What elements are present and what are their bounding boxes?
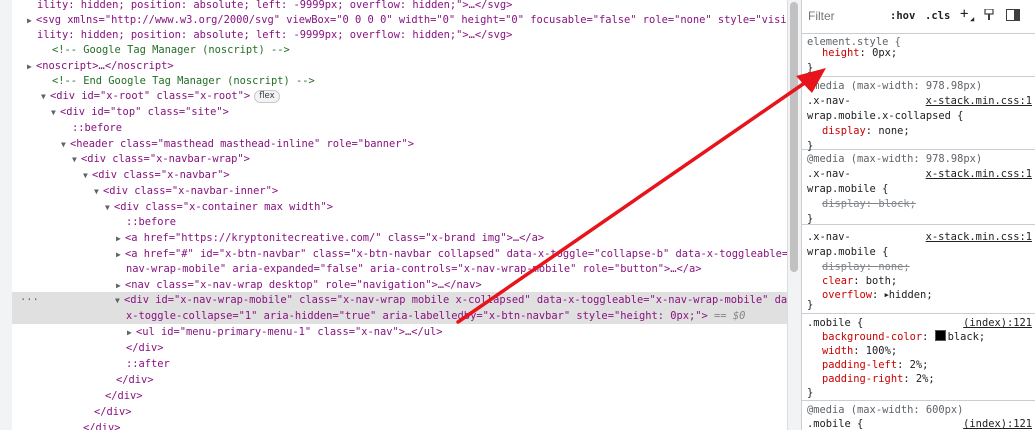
dom-pseudo-before[interactable]: ::before [126, 214, 787, 230]
media-query: @media (max-width: 978.98px) [807, 153, 983, 165]
rule-selector: .x-nav- [807, 95, 851, 107]
collapse-triangle-icon[interactable]: ▼ [41, 89, 50, 105]
rule-selector: wrap.mobile { [807, 183, 889, 195]
collapse-triangle-icon[interactable]: ▼ [94, 184, 103, 200]
collapse-triangle-icon[interactable]: ▼ [105, 200, 114, 216]
source-link[interactable]: x-stack.min.css:1 [926, 93, 1032, 109]
new-rule-button[interactable]: + [960, 6, 968, 22]
expand-triangle-icon[interactable]: ▶ [127, 325, 136, 341]
elements-scrollbar[interactable] [787, 0, 801, 430]
selected-marker: == $0 [714, 310, 746, 322]
styles-pane[interactable]: :hov .cls + ◢ element.style { height: 0p… [801, 0, 1035, 430]
rule-element-style[interactable]: element.style { height: 0px; } [802, 34, 1035, 77]
dom-line-nav-wrap-mobile[interactable]: ▼ <div id="x-nav-wrap-mobile" class="x-na… [115, 292, 787, 308]
rule-close: } [807, 299, 814, 311]
dom-line[interactable]: nav-wrap-mobile" aria-expanded="false" a… [126, 261, 787, 277]
rule-x-nav-wrap-mobile-media[interactable]: @media (max-width: 978.98px) .x-nav- x-s… [802, 150, 1035, 225]
media-query: @media (max-width: 978.98px) [807, 80, 983, 92]
prop-display[interactable]: display: none; [822, 123, 910, 139]
source-link[interactable]: x-stack.min.css:1 [926, 229, 1032, 245]
sidebar-icon[interactable] [1006, 9, 1020, 21]
collapse-triangle-icon[interactable]: ▼ [61, 137, 70, 153]
dom-close-div[interactable]: </div> [116, 372, 787, 388]
rule-selector: .mobile { [807, 418, 864, 430]
prop-padding-right[interactable]: padding-right: 2%; [822, 371, 935, 387]
dom-line-header[interactable]: ▼ <header class="masthead masthead-inline… [61, 136, 787, 152]
rule-selector: wrap.mobile.x-collapsed { [807, 110, 964, 122]
source-link[interactable]: (index):121 [963, 416, 1032, 430]
dom-close-div[interactable]: </div> [94, 404, 787, 420]
expand-triangle-icon[interactable]: ▶ [27, 13, 36, 29]
styles-toolbar: :hov .cls + ◢ [802, 0, 1035, 34]
new-rule-arrow-icon[interactable]: ◢ [970, 15, 974, 23]
rule-selector: wrap.mobile { [807, 246, 889, 258]
dom-close-div[interactable]: </div> [83, 420, 787, 430]
dom-close-div[interactable]: </div> [126, 340, 787, 356]
rule-close: } [807, 62, 814, 74]
expand-triangle-icon[interactable]: ▶ [116, 231, 125, 247]
prop-display-overridden[interactable]: display: block; [822, 196, 916, 212]
dom-line-x-root[interactable]: ▼ <div id="x-root" class="x-root"> flex [41, 88, 787, 104]
rule-close: } [807, 387, 814, 399]
scrollbar-thumb[interactable] [790, 2, 798, 272]
dom-line-container[interactable]: ▼ <div class="x-container max width"> [105, 199, 787, 215]
dom-line-menu-ul[interactable]: ▶ <ul id="menu-primary-menu-1" class="x-n… [127, 324, 787, 340]
dom-line-noscript[interactable]: ▶ <noscript>…</noscript> [27, 58, 787, 74]
dom-line[interactable]: ility: hidden; position: absolute; left:… [37, 27, 787, 43]
dom-pseudo-after[interactable]: ::after [126, 356, 787, 372]
prop-height[interactable]: height: 0px; [822, 45, 897, 61]
flex-badge[interactable]: flex [254, 90, 280, 103]
collapse-triangle-icon[interactable]: ▼ [115, 293, 124, 309]
styles-filter-input[interactable] [808, 9, 878, 23]
rule-mobile[interactable]: .mobile { (index):121 background-color: … [802, 314, 1035, 401]
dom-line-navbar[interactable]: ▼ <div class="x-navbar"> [83, 167, 787, 183]
cls-toggle[interactable]: .cls [925, 10, 950, 22]
color-swatch-icon[interactable] [934, 330, 946, 341]
dom-comment[interactable]: <!-- Google Tag Manager (noscript) --> [52, 42, 787, 58]
rule-x-nav-wrap-mobile[interactable]: .x-nav- x-stack.min.css:1 wrap.mobile { … [802, 225, 1035, 314]
dom-line-nav-desktop[interactable]: ▶ <nav class="x-nav-wrap desktop" role="n… [116, 277, 787, 293]
expand-triangle-icon[interactable]: ▶ [27, 59, 36, 75]
rule-x-nav-wrap-mobile-collapsed[interactable]: @media (max-width: 978.98px) .x-nav- x-s… [802, 77, 1035, 152]
rule-mobile-media-600[interactable]: @media (max-width: 600px) .mobile { (ind… [802, 401, 1035, 430]
hov-toggle[interactable]: :hov [890, 10, 915, 22]
collapse-triangle-icon[interactable]: ▼ [51, 105, 60, 121]
collapse-triangle-icon[interactable]: ▼ [72, 152, 81, 168]
dom-line-svg[interactable]: ▶ <svg xmlns="http://www.w3.org/2000/svg"… [27, 12, 787, 28]
dom-comment[interactable]: <!-- End Google Tag Manager (noscript) -… [52, 73, 787, 89]
dom-close-div[interactable]: </div> [105, 388, 787, 404]
source-link[interactable]: x-stack.min.css:1 [926, 166, 1032, 182]
expand-triangle-icon[interactable]: ▶ [116, 247, 125, 263]
rule-selector: .x-nav- [807, 231, 851, 243]
dom-line-brand-link[interactable]: ▶ <a href="https://kryptonitecreative.com… [116, 230, 787, 246]
dom-line-top[interactable]: ▼ <div id="top" class="site"> [51, 104, 787, 120]
more-options-icon[interactable]: ··· [20, 292, 39, 308]
elements-tree-panel[interactable]: ility: hidden; position: absolute; left:… [0, 0, 787, 430]
collapse-triangle-icon[interactable]: ▼ [83, 168, 92, 184]
dom-line-navbar-wrap[interactable]: ▼ <div class="x-navbar-wrap"> [72, 151, 787, 167]
paint-icon[interactable] [984, 8, 994, 21]
dom-line[interactable]: x-toggle-collapse="1" aria-hidden="true"… [126, 308, 787, 324]
dom-line-navbar-inner[interactable]: ▼ <div class="x-navbar-inner"> [94, 183, 787, 199]
dom-line-btn-navbar[interactable]: ▶ <a href="#" id="x-btn-navbar" class="x-… [116, 246, 787, 262]
left-gutter [0, 0, 12, 430]
prop-overflow[interactable]: overflow: ▶hidden; [822, 287, 933, 303]
dom-pseudo-before[interactable]: ::before [72, 120, 787, 136]
rule-selector: .x-nav- [807, 168, 851, 180]
